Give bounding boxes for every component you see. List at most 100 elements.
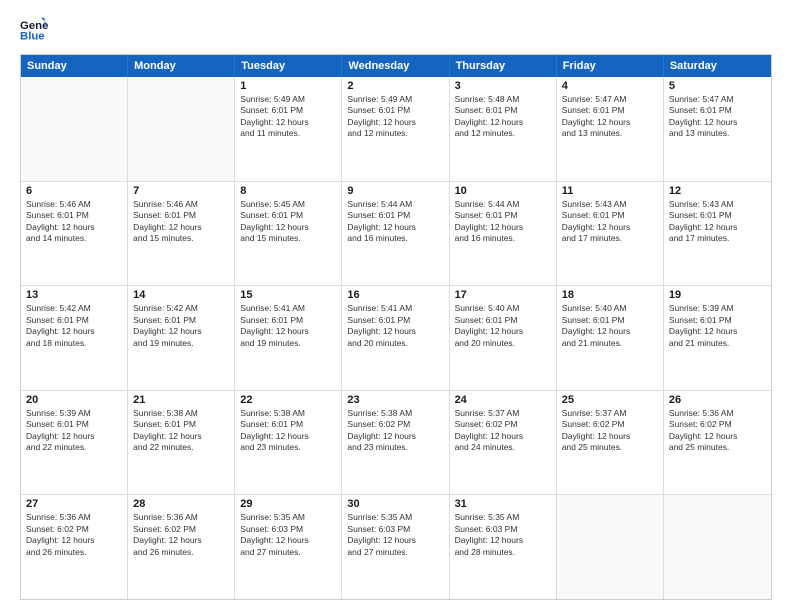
cell-line: Daylight: 12 hours xyxy=(240,535,336,546)
day-number: 14 xyxy=(133,289,229,301)
day-number: 9 xyxy=(347,185,443,197)
day-number: 31 xyxy=(455,498,551,510)
cell-line: Daylight: 12 hours xyxy=(133,535,229,546)
cell-line: Daylight: 12 hours xyxy=(26,326,122,337)
day-number: 6 xyxy=(26,185,122,197)
calendar-cell xyxy=(128,77,235,181)
cell-line: Sunrise: 5:47 AM xyxy=(669,94,766,105)
cell-line: Daylight: 12 hours xyxy=(347,326,443,337)
day-number: 30 xyxy=(347,498,443,510)
cell-line: Daylight: 12 hours xyxy=(669,431,766,442)
cell-line: Sunrise: 5:37 AM xyxy=(455,408,551,419)
cell-line: Sunset: 6:01 PM xyxy=(562,105,658,116)
svg-text:Blue: Blue xyxy=(20,31,45,43)
cell-line: and 22 minutes. xyxy=(26,442,122,453)
calendar-cell: 6Sunrise: 5:46 AMSunset: 6:01 PMDaylight… xyxy=(21,182,128,286)
cell-line: Daylight: 12 hours xyxy=(26,222,122,233)
calendar-cell: 8Sunrise: 5:45 AMSunset: 6:01 PMDaylight… xyxy=(235,182,342,286)
cell-line: Sunrise: 5:37 AM xyxy=(562,408,658,419)
calendar-cell xyxy=(21,77,128,181)
logo-icon: General Blue xyxy=(20,16,48,44)
day-number: 25 xyxy=(562,394,658,406)
calendar-cell: 20Sunrise: 5:39 AMSunset: 6:01 PMDayligh… xyxy=(21,391,128,495)
day-number: 15 xyxy=(240,289,336,301)
cell-line: Sunrise: 5:35 AM xyxy=(240,512,336,523)
cell-line: Sunrise: 5:35 AM xyxy=(455,512,551,523)
cell-line: Sunrise: 5:36 AM xyxy=(669,408,766,419)
cell-line: Daylight: 12 hours xyxy=(347,535,443,546)
cell-line: and 27 minutes. xyxy=(240,547,336,558)
weekday-header: Friday xyxy=(557,55,664,77)
cell-line: Sunset: 6:01 PM xyxy=(347,315,443,326)
cell-line: and 18 minutes. xyxy=(26,338,122,349)
cell-line: Sunset: 6:01 PM xyxy=(26,210,122,221)
calendar-cell: 5Sunrise: 5:47 AMSunset: 6:01 PMDaylight… xyxy=(664,77,771,181)
cell-line: Sunset: 6:01 PM xyxy=(26,419,122,430)
cell-line: Daylight: 12 hours xyxy=(455,326,551,337)
day-number: 20 xyxy=(26,394,122,406)
day-number: 29 xyxy=(240,498,336,510)
cell-line: Sunset: 6:03 PM xyxy=(240,524,336,535)
cell-line: Daylight: 12 hours xyxy=(455,117,551,128)
calendar-cell: 3Sunrise: 5:48 AMSunset: 6:01 PMDaylight… xyxy=(450,77,557,181)
cell-line: Sunset: 6:01 PM xyxy=(562,210,658,221)
day-number: 11 xyxy=(562,185,658,197)
cell-line: Daylight: 12 hours xyxy=(455,535,551,546)
calendar-cell: 13Sunrise: 5:42 AMSunset: 6:01 PMDayligh… xyxy=(21,286,128,390)
day-number: 18 xyxy=(562,289,658,301)
cell-line: Daylight: 12 hours xyxy=(669,117,766,128)
cell-line: Daylight: 12 hours xyxy=(240,117,336,128)
cell-line: Daylight: 12 hours xyxy=(455,431,551,442)
cell-line: and 16 minutes. xyxy=(455,233,551,244)
cell-line: and 21 minutes. xyxy=(669,338,766,349)
cell-line: Sunset: 6:01 PM xyxy=(455,210,551,221)
cell-line: Daylight: 12 hours xyxy=(669,326,766,337)
day-number: 12 xyxy=(669,185,766,197)
cell-line: and 14 minutes. xyxy=(26,233,122,244)
cell-line: and 15 minutes. xyxy=(240,233,336,244)
weekday-header: Saturday xyxy=(664,55,771,77)
cell-line: Sunrise: 5:42 AM xyxy=(26,303,122,314)
day-number: 4 xyxy=(562,80,658,92)
cell-line: and 19 minutes. xyxy=(133,338,229,349)
cell-line: and 17 minutes. xyxy=(562,233,658,244)
cell-line: Sunset: 6:03 PM xyxy=(455,524,551,535)
cell-line: and 11 minutes. xyxy=(240,128,336,139)
day-number: 13 xyxy=(26,289,122,301)
calendar-row: 20Sunrise: 5:39 AMSunset: 6:01 PMDayligh… xyxy=(21,390,771,495)
calendar-cell: 27Sunrise: 5:36 AMSunset: 6:02 PMDayligh… xyxy=(21,495,128,599)
cell-line: Daylight: 12 hours xyxy=(26,431,122,442)
cell-line: and 26 minutes. xyxy=(26,547,122,558)
cell-line: and 13 minutes. xyxy=(669,128,766,139)
calendar-cell xyxy=(557,495,664,599)
cell-line: Sunrise: 5:40 AM xyxy=(562,303,658,314)
cell-line: Sunrise: 5:41 AM xyxy=(347,303,443,314)
cell-line: and 12 minutes. xyxy=(455,128,551,139)
calendar-row: 1Sunrise: 5:49 AMSunset: 6:01 PMDaylight… xyxy=(21,77,771,181)
day-number: 23 xyxy=(347,394,443,406)
cell-line: and 28 minutes. xyxy=(455,547,551,558)
day-number: 24 xyxy=(455,394,551,406)
day-number: 10 xyxy=(455,185,551,197)
day-number: 7 xyxy=(133,185,229,197)
cell-line: Sunrise: 5:38 AM xyxy=(133,408,229,419)
calendar-body: 1Sunrise: 5:49 AMSunset: 6:01 PMDaylight… xyxy=(21,77,771,599)
calendar-cell: 15Sunrise: 5:41 AMSunset: 6:01 PMDayligh… xyxy=(235,286,342,390)
cell-line: Sunset: 6:02 PM xyxy=(347,419,443,430)
cell-line: Sunset: 6:01 PM xyxy=(240,210,336,221)
calendar-cell: 23Sunrise: 5:38 AMSunset: 6:02 PMDayligh… xyxy=(342,391,449,495)
day-number: 16 xyxy=(347,289,443,301)
calendar-header: SundayMondayTuesdayWednesdayThursdayFrid… xyxy=(21,55,771,77)
cell-line: Sunrise: 5:46 AM xyxy=(133,199,229,210)
cell-line: Sunset: 6:03 PM xyxy=(347,524,443,535)
cell-line: Sunrise: 5:49 AM xyxy=(347,94,443,105)
day-number: 5 xyxy=(669,80,766,92)
calendar-cell: 14Sunrise: 5:42 AMSunset: 6:01 PMDayligh… xyxy=(128,286,235,390)
cell-line: Sunrise: 5:47 AM xyxy=(562,94,658,105)
calendar-cell: 10Sunrise: 5:44 AMSunset: 6:01 PMDayligh… xyxy=(450,182,557,286)
cell-line: and 25 minutes. xyxy=(669,442,766,453)
cell-line: Sunrise: 5:35 AM xyxy=(347,512,443,523)
cell-line: Daylight: 12 hours xyxy=(669,222,766,233)
cell-line: Sunset: 6:01 PM xyxy=(347,105,443,116)
calendar-cell: 7Sunrise: 5:46 AMSunset: 6:01 PMDaylight… xyxy=(128,182,235,286)
